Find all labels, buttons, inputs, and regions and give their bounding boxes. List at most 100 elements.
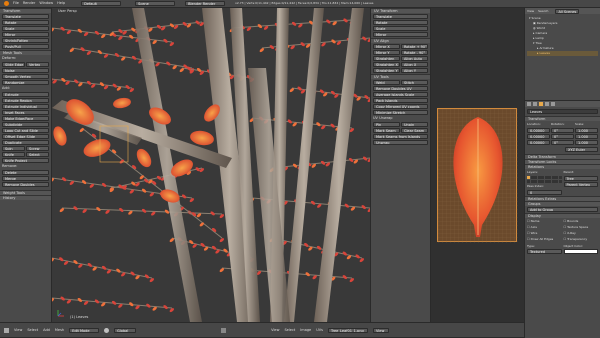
location-z-field[interactable]: 0.00000: [527, 140, 550, 145]
make-edge-face-button[interactable]: Make Edge/Face: [2, 116, 49, 121]
viewport-menu-select[interactable]: Select: [27, 328, 38, 333]
rotation-y-field[interactable]: 0°: [551, 134, 574, 139]
align-y-button[interactable]: Align Y: [401, 68, 428, 73]
smooth-vertex-button[interactable]: Smooth Vertex: [2, 74, 49, 79]
rotation-z-field[interactable]: 0°: [551, 140, 574, 145]
axis-checkbox[interactable]: ☐ Axis: [527, 225, 562, 230]
transparency-checkbox[interactable]: ☐ Transparency: [564, 237, 599, 242]
extrude-individual-button[interactable]: Extrude Individual: [2, 104, 49, 109]
display-type-select[interactable]: Textured: [527, 248, 562, 254]
spin-button[interactable]: Spin: [2, 146, 25, 151]
weld-button[interactable]: Weld: [373, 80, 400, 85]
pass-index-field[interactable]: 0: [527, 189, 562, 195]
uv-rotate-button[interactable]: Rotate: [373, 20, 428, 25]
align-x-button[interactable]: Align X: [401, 62, 428, 67]
minimize-stretch-button[interactable]: Minimize Stretch: [373, 110, 428, 115]
texture-space-checkbox[interactable]: ☐ Texture Space: [564, 225, 599, 230]
extrude-button[interactable]: Extrude: [2, 92, 49, 97]
add-to-group-button[interactable]: Add to Group: [527, 206, 598, 212]
screw-button[interactable]: Screw: [26, 146, 49, 151]
scene-select[interactable]: Scene: [135, 1, 176, 6]
vertex-button[interactable]: Vertex: [26, 62, 49, 67]
mirror-x-button[interactable]: Mirror X: [373, 44, 400, 49]
clear-seam-button[interactable]: Clear Seam: [401, 128, 428, 133]
render-tab-icon[interactable]: [527, 102, 531, 106]
menu-help[interactable]: Help: [57, 1, 65, 6]
viewport-menu-view[interactable]: View: [14, 328, 22, 333]
merge-button[interactable]: Merge: [2, 176, 49, 181]
rotation-mode-select[interactable]: XYZ Euler: [565, 147, 598, 152]
copy-mirrored-button[interactable]: Copy Mirrored UV coords: [373, 104, 428, 109]
xray-checkbox[interactable]: ☐ X-Ray: [564, 231, 599, 236]
uv-menu-image[interactable]: Image: [300, 328, 311, 333]
location-x-field[interactable]: 0.00000: [527, 128, 550, 133]
outliner-display-select[interactable]: All Scenes: [555, 8, 580, 14]
uv-scale-button[interactable]: Scale: [373, 26, 428, 31]
uv-translate-button[interactable]: Translate: [373, 14, 428, 19]
scale-y-field[interactable]: 1.000: [575, 134, 598, 139]
pivot-select[interactable]: Global: [114, 327, 137, 333]
unpin-button[interactable]: Unpin: [401, 122, 428, 127]
loop-cut-button[interactable]: Loop Cut and Slide: [2, 128, 49, 133]
outliner-view-menu[interactable]: View: [527, 9, 534, 14]
average-islands-button[interactable]: Average Islands Scale: [373, 92, 428, 97]
straighten-y-button[interactable]: Straighten Y: [373, 68, 400, 73]
outliner-search-menu[interactable]: Search: [538, 9, 548, 14]
render-engine-select[interactable]: Blender Render: [185, 1, 226, 6]
layer-grid[interactable]: [527, 176, 562, 183]
parent-field[interactable]: Tree: [563, 176, 598, 181]
knife-project-button[interactable]: Knife Project: [2, 158, 49, 163]
object-tab-icon[interactable]: [539, 102, 543, 106]
slide-edge-button[interactable]: Slide Edge: [2, 62, 25, 67]
viewport-menu-add[interactable]: Add: [43, 328, 50, 333]
menu-window[interactable]: Window: [39, 1, 53, 6]
mode-select[interactable]: Edit Mode: [69, 327, 100, 333]
uv-menu-view[interactable]: View: [271, 328, 279, 333]
material-tab-icon[interactable]: [551, 102, 555, 106]
pin-button[interactable]: Pin: [373, 122, 400, 127]
scale-z-field[interactable]: 1.000: [575, 140, 598, 145]
view3d-editor-icon[interactable]: [4, 327, 9, 333]
stitch-button[interactable]: Stitch: [401, 80, 428, 85]
scene-tab-icon[interactable]: [533, 102, 537, 106]
parent-type-select[interactable]: Parent Vertex: [563, 182, 598, 187]
straighten-button[interactable]: Straighten: [373, 56, 400, 61]
knife-select-button[interactable]: Select: [26, 152, 49, 157]
draw-all-edges-checkbox[interactable]: ☐ Draw All Edges: [527, 237, 562, 242]
snap-icon[interactable]: [221, 327, 227, 333]
blender-logo-icon[interactable]: [4, 1, 9, 6]
history-header[interactable]: History: [0, 195, 51, 200]
shading-icon[interactable]: [104, 327, 110, 333]
rotate-button[interactable]: Rotate: [2, 20, 49, 25]
rotate-m90-button[interactable]: Rotate - 90°: [401, 50, 428, 55]
straighten-x-button[interactable]: Straighten X: [373, 62, 400, 67]
mirror-y-button[interactable]: Mirror Y: [373, 50, 400, 55]
outliner-item-leaves[interactable]: ▸ Leaves: [527, 51, 598, 56]
uv-menu-select[interactable]: Select: [284, 328, 295, 333]
uv-mirror-button[interactable]: Mirror: [373, 32, 428, 37]
wire-checkbox[interactable]: ☐ Wire: [527, 231, 562, 236]
push-pull-button[interactable]: Push/Pull: [2, 44, 49, 49]
object-color-swatch[interactable]: [563, 248, 598, 254]
unwrap-button[interactable]: Unwrap: [373, 140, 428, 145]
modifier-tab-icon[interactable]: [545, 102, 549, 106]
rotation-x-field[interactable]: 0°: [551, 128, 574, 133]
shrink-button[interactable]: Shrink/Fatten: [2, 38, 49, 43]
location-y-field[interactable]: 0.00000: [527, 134, 550, 139]
delete-button[interactable]: Delete: [2, 170, 49, 175]
randomize-button[interactable]: Randomize: [2, 80, 49, 85]
mark-seam-button[interactable]: Mark Seam: [373, 128, 400, 133]
duplicate-button[interactable]: Duplicate: [2, 140, 49, 145]
bounds-checkbox[interactable]: ☐ Bounds: [564, 219, 599, 224]
name-checkbox[interactable]: ☐ Name: [527, 219, 562, 224]
pack-islands-button[interactable]: Pack Islands: [373, 98, 428, 103]
remove-doubles-button[interactable]: Remove Doubles: [2, 182, 49, 187]
layout-select[interactable]: Default: [81, 1, 122, 6]
viewport-menu-mesh[interactable]: Mesh: [55, 328, 64, 333]
knife-button[interactable]: Knife: [2, 152, 25, 157]
noise-button[interactable]: Noise: [2, 68, 49, 73]
subdivide-button[interactable]: Subdivide: [2, 122, 49, 127]
remove-doubles-uv-button[interactable]: Remove Doubles UV: [373, 86, 428, 91]
scale-button[interactable]: Scale: [2, 26, 49, 31]
3d-viewport[interactable]: User Persp (1) Leaves: [52, 8, 370, 322]
